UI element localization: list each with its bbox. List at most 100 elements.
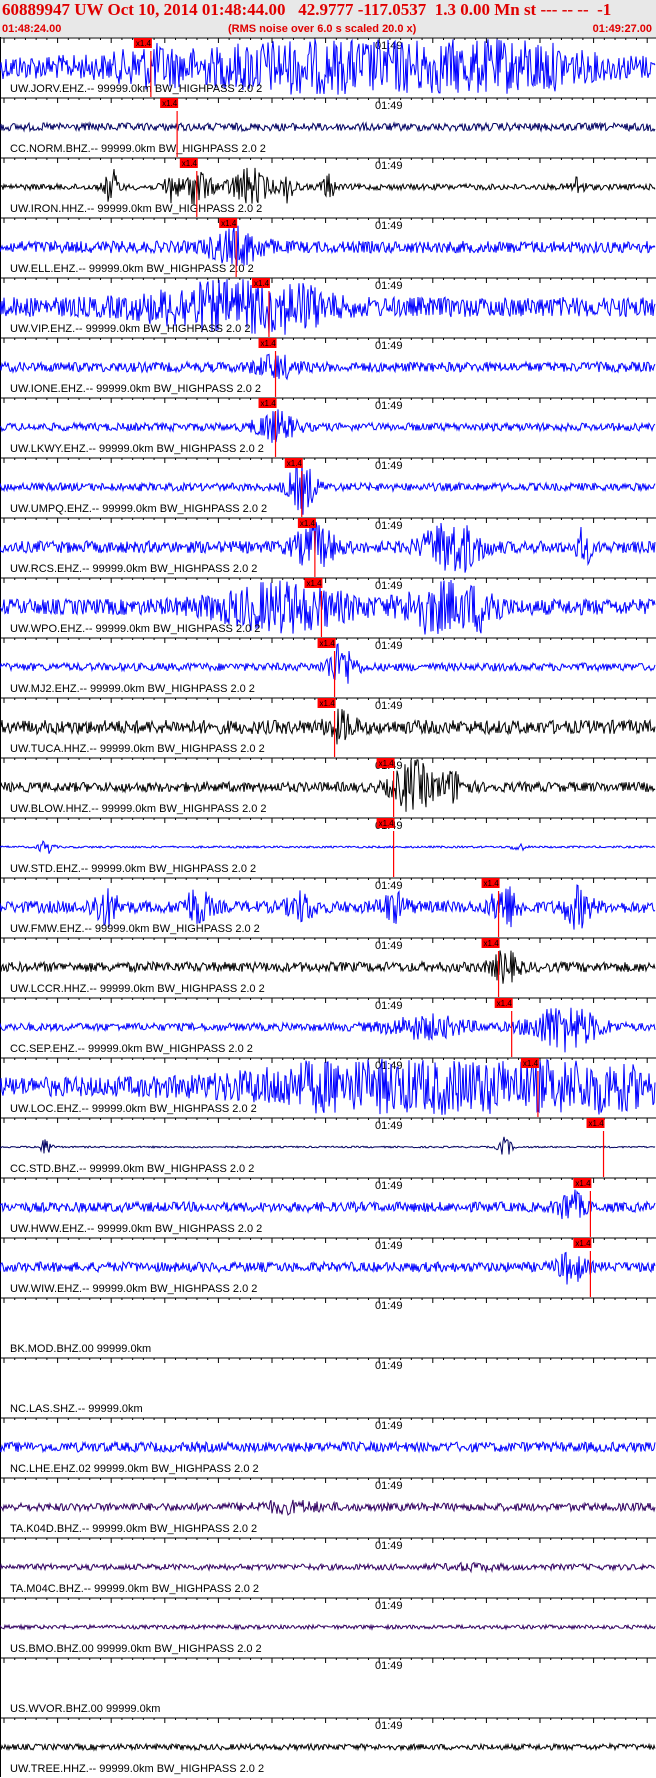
time-mark-label: 01:49 bbox=[375, 1660, 403, 1672]
p-pick-label: x1.4 bbox=[182, 159, 198, 168]
trace-panel: 01:49UW.BLOW.HHZ.-- 99999.0km BW_HIGHPAS… bbox=[0, 757, 656, 817]
trace-panel: 01:49 UW.TREE.HHZ.-- 99999.0km BW_HIGHPAS… bbox=[0, 1717, 656, 1777]
station-label: UW.VIP.EHZ.-- 99999.0km BW_HIGHPASS 2.0 … bbox=[10, 323, 250, 335]
trace-panel: 01:49UW.STD.EHZ.-- 99999.0km BW_HIGHPASS… bbox=[0, 817, 656, 877]
trace-panel: 01:49 CC.SEP.EHZ.-- 99999.0km BW_HIGHPASS… bbox=[0, 997, 656, 1057]
trace-panel: 01:49 CC.NORM.BHZ.-- 99999.0km BW_HIGHPAS… bbox=[0, 97, 656, 157]
seismic-waveform bbox=[0, 708, 656, 745]
p-pick-label: x1.4 bbox=[379, 819, 395, 828]
p-pick-label: x1.4 bbox=[575, 1179, 591, 1188]
trace-panel: 01:49 BK.MOD.BHZ.00 99999.0km bbox=[0, 1297, 656, 1357]
trace-panel: 01:49 UW.WPO.EHZ.-- 99999.0km BW_HIGHPASS… bbox=[0, 577, 656, 637]
station-label: UW.STD.EHZ.-- 99999.0km BW_HIGHPASS 2.0 … bbox=[10, 863, 256, 875]
station-label: UW.BLOW.HHZ.-- 99999.0km BW_HIGHPASS 2.0… bbox=[10, 803, 267, 815]
time-mark-label: 01:49 bbox=[375, 700, 403, 712]
station-label: US.BMO.BHZ.00 99999.0km BW_HIGHPASS 2.0 … bbox=[10, 1643, 262, 1655]
time-mark-label: 01:49 bbox=[375, 1360, 403, 1372]
time-mark-label: 01:49 bbox=[375, 880, 403, 892]
station-label: UW.HWW.EHZ.-- 99999.0km BW_HIGHPASS 2.0 … bbox=[10, 1223, 262, 1235]
seismic-waveform bbox=[0, 1189, 656, 1220]
p-pick-label: x1.4 bbox=[575, 1239, 591, 1248]
p-pick-label: x1.4 bbox=[306, 579, 322, 588]
time-mark-label: 01:49 bbox=[375, 460, 403, 472]
trace-panel: 01:49 NC.LAS.SHZ.-- 99999.0km bbox=[0, 1357, 656, 1417]
time-mark-label: 01:49 bbox=[375, 1480, 403, 1492]
station-label: UW.TUCA.HHZ.-- 99999.0km BW_HIGHPASS 2.0… bbox=[10, 743, 265, 755]
p-pick-label: x1.4 bbox=[484, 879, 500, 888]
time-mark-label: 01:49 bbox=[375, 1000, 403, 1012]
p-pick-label: x1.4 bbox=[300, 519, 316, 528]
trace-panel: 01:49 UW.HWW.EHZ.-- 99999.0km BW_HIGHPASS… bbox=[0, 1177, 656, 1237]
trace-panel: 01:49UW.JORV.EHZ.-- 99999.0km BW_HIGHPAS… bbox=[0, 37, 656, 97]
seismic-waveform bbox=[0, 167, 656, 206]
station-label: UW.RCS.EHZ.-- 99999.0km BW_HIGHPASS 2.0 … bbox=[10, 563, 257, 575]
seismic-waveform bbox=[0, 1742, 656, 1752]
seismic-waveform bbox=[0, 950, 656, 984]
time-mark-label: 01:49 bbox=[375, 1120, 403, 1132]
time-mark-label: 01:49 bbox=[375, 400, 403, 412]
time-mark-label: 01:49 bbox=[375, 1240, 403, 1252]
trace-panel: 01:49 UW.LKWY.EHZ.-- 99999.0km BW_HIGHPAS… bbox=[0, 397, 656, 457]
seismic-waveform bbox=[0, 840, 656, 854]
station-label: BK.MOD.BHZ.00 99999.0km bbox=[10, 1343, 151, 1355]
station-label: UW.WIW.EHZ.-- 99999.0km BW_HIGHPASS 2.0 … bbox=[10, 1283, 257, 1295]
station-label: NC.LHE.EHZ.02 99999.0km BW_HIGHPASS 2.0 … bbox=[10, 1463, 259, 1475]
time-mark-label: 01:49 bbox=[375, 640, 403, 652]
time-mark-label: 01:49 bbox=[375, 1600, 403, 1612]
p-pick-label: x1.4 bbox=[589, 1119, 605, 1128]
seismic-waveform bbox=[0, 1499, 656, 1516]
seismic-waveform bbox=[0, 1251, 656, 1285]
station-label: NC.LAS.SHZ.-- 99999.0km bbox=[10, 1403, 143, 1415]
station-label: CC.SEP.EHZ.-- 99999.0km BW_HIGHPASS 2.0 … bbox=[10, 1043, 253, 1055]
p-pick-label: x1.4 bbox=[254, 279, 270, 288]
trace-panel: 01:49 UW.TUCA.HHZ.-- 99999.0km BW_HIGHPAS… bbox=[0, 697, 656, 757]
p-pick-label: x1.4 bbox=[261, 339, 277, 348]
station-label: UW.MJ2.EHZ.-- 99999.0km BW_HIGHPASS 2.0 … bbox=[10, 683, 255, 695]
station-label: UW.IRON.HHZ.-- 99999.0km BW_HIGHPASS 2.0… bbox=[10, 203, 262, 215]
trace-panel: 01:49UW.LOC.EHZ.-- 99999.0km BW_HIGHPASS… bbox=[0, 1057, 656, 1117]
rms-note: (RMS noise over 6.0 s scaled 20.0 x) bbox=[228, 23, 417, 35]
trace-panel: 01:49 TA.M04C.BHZ.-- 99999.0km BW_HIGHPAS… bbox=[0, 1537, 656, 1597]
time-mark-label: 01:49 bbox=[375, 1420, 403, 1432]
p-pick-label: x1.4 bbox=[379, 759, 395, 768]
p-pick-label: x1.4 bbox=[287, 459, 303, 468]
time-mark-label: 01:49 bbox=[375, 940, 403, 952]
trace-panel: 01:49 NC.LHE.EHZ.02 99999.0km BW_HIGHPASS… bbox=[0, 1417, 656, 1477]
station-label: UW.FMW.EHZ.-- 99999.0km BW_HIGHPASS 2.0 … bbox=[10, 923, 260, 935]
station-label: TA.M04C.BHZ.-- 99999.0km BW_HIGHPASS 2.0… bbox=[10, 1583, 259, 1595]
seismic-waveform bbox=[0, 643, 656, 684]
station-label: UW.TREE.HHZ.-- 99999.0km BW_HIGHPASS 2.0… bbox=[10, 1763, 264, 1775]
station-label: UW.UMPQ.EHZ.-- 99999.0km BW_HIGHPASS 2.0… bbox=[10, 503, 267, 515]
station-label: UW.ELL.EHZ.-- 99999.0km BW_HIGHPASS 2.0 … bbox=[10, 263, 254, 275]
time-mark-label: 01:49 bbox=[375, 340, 403, 352]
time-mark-label: 01:49 bbox=[375, 1720, 403, 1732]
time-mark-label: 01:49 bbox=[375, 220, 403, 232]
trace-panel: 01:49 UW.FMW.EHZ.-- 99999.0km BW_HIGHPASS… bbox=[0, 877, 656, 937]
trace-panel: 01:49 UW.IRON.HHZ.-- 99999.0km BW_HIGHPAS… bbox=[0, 157, 656, 217]
event-title: 60889947 UW Oct 10, 2014 01:48:44.00 42.… bbox=[2, 0, 612, 19]
p-pick-label: x1.4 bbox=[320, 639, 336, 648]
p-pick-label: x1.4 bbox=[497, 999, 513, 1008]
trace-panel: 01:49 UW.RCS.EHZ.-- 99999.0km BW_HIGHPASS… bbox=[0, 517, 656, 577]
trace-panel: 01:49 UW.MJ2.EHZ.-- 99999.0km BW_HIGHPASS… bbox=[0, 637, 656, 697]
p-pick-label: x1.4 bbox=[523, 1059, 539, 1068]
station-label: UW.LCCR.HHZ.-- 99999.0km BW_HIGHPASS 2.0… bbox=[10, 983, 265, 995]
end-time: 01:49:27.00 bbox=[592, 23, 652, 35]
start-time: 01:48:24.00 bbox=[2, 23, 62, 35]
time-mark-label: 01:49 bbox=[375, 100, 403, 112]
header-bar: 60889947 UW Oct 10, 2014 01:48:44.00 42.… bbox=[0, 0, 656, 37]
trace-panel: 01:49 CC.STD.BHZ.-- 99999.0km BW_HIGHPASS… bbox=[0, 1117, 656, 1177]
p-pick-label: x1.4 bbox=[320, 699, 336, 708]
trace-panel: 01:49 UW.ELL.EHZ.-- 99999.0km BW_HIGHPASS… bbox=[0, 217, 656, 277]
seismic-waveform bbox=[0, 1561, 656, 1574]
station-label: US.WVOR.BHZ.00 99999.0km bbox=[10, 1703, 160, 1715]
time-mark-label: 01:49 bbox=[375, 580, 403, 592]
p-pick-label: x1.4 bbox=[221, 219, 237, 228]
station-label: UW.JORV.EHZ.-- 99999.0km BW_HIGHPASS 2.0… bbox=[10, 83, 262, 95]
seismic-waveform bbox=[0, 225, 656, 267]
station-label: TA.K04D.BHZ.-- 99999.0km BW_HIGHPASS 2.0… bbox=[10, 1523, 257, 1535]
seismic-waveform bbox=[0, 1440, 656, 1454]
trace-panel: 01:49 UW.IONE.EHZ.-- 99999.0km BW_HIGHPAS… bbox=[0, 337, 656, 397]
trace-panel: 01:49 UW.VIP.EHZ.-- 99999.0km BW_HIGHPASS… bbox=[0, 277, 656, 337]
seismogram-plot: 01:49 UW.JORV.EHZ.-- 99999.0km BW_HIGHPAS… bbox=[0, 37, 656, 1777]
